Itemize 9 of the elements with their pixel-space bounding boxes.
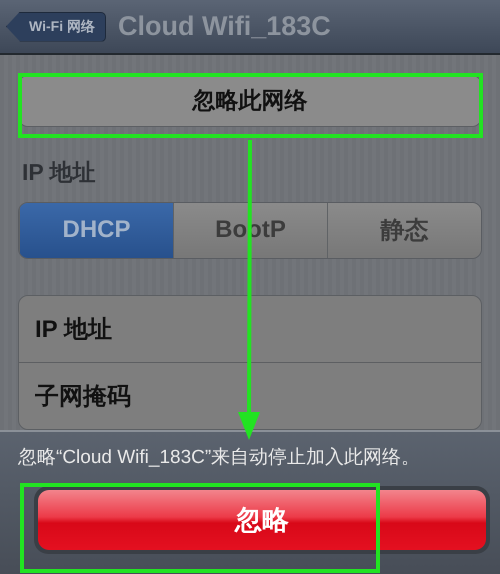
row-label: IP 地址 <box>35 315 112 345</box>
ignore-button[interactable]: 忽略 <box>38 490 486 550</box>
confirmation-message: 忽略“Cloud Wifi_183C”来自动停止加入此网络。 <box>18 446 422 470</box>
segment-tab[interactable]: 静态 <box>327 202 481 258</box>
segment-tab[interactable]: DHCP <box>19 202 173 258</box>
section-header: IP 地址 <box>22 158 96 187</box>
back-button[interactable]: Wi-Fi 网络 <box>6 12 106 42</box>
row-label: 子网掩码 <box>35 382 131 412</box>
window-title: Cloud Wifi_183C <box>118 11 331 42</box>
